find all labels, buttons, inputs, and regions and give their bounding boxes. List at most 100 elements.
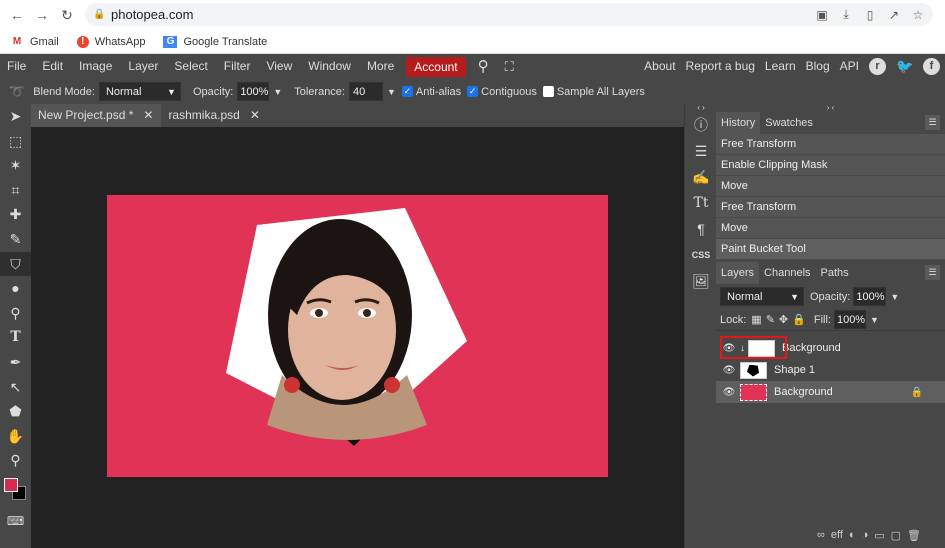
- foreground-color-swatch[interactable]: [4, 478, 18, 492]
- blur-tool-icon[interactable]: ●: [0, 276, 31, 301]
- fill-dropdown-icon[interactable]: ▼: [870, 315, 879, 325]
- eye-icon[interactable]: 👁: [722, 387, 736, 398]
- tolerance-input[interactable]: 40: [349, 82, 383, 101]
- tab-new-project[interactable]: New Project.psd * ✕: [31, 104, 162, 127]
- brush-tool-icon[interactable]: ✎: [0, 227, 31, 252]
- layer-opacity-input[interactable]: 100%: [853, 287, 887, 306]
- close-icon[interactable]: ✕: [250, 104, 260, 127]
- menu-image[interactable]: Image: [71, 54, 120, 79]
- dodge-tool-icon[interactable]: ⚲: [0, 301, 31, 326]
- twitter-icon[interactable]: 🐦: [896, 58, 913, 75]
- paragraph-icon[interactable]: ¶: [685, 216, 717, 242]
- layer-row[interactable]: 👁 Background 🔒: [716, 381, 945, 403]
- bookmark-translate[interactable]: G Google Translate: [163, 35, 267, 48]
- new-layer-icon[interactable]: ▢: [891, 529, 901, 542]
- menu-layer[interactable]: Layer: [120, 54, 166, 79]
- menu-more[interactable]: More: [359, 54, 402, 79]
- reddit-icon[interactable]: r: [869, 58, 886, 75]
- tab-paths[interactable]: Paths: [816, 262, 854, 284]
- forward-icon[interactable]: →: [34, 7, 50, 23]
- hand-tool-icon[interactable]: ✋: [0, 424, 31, 449]
- search-icon[interactable]: ⚲: [470, 54, 497, 79]
- menu-report-bug[interactable]: Report a bug: [681, 54, 760, 79]
- path-select-icon[interactable]: ↖: [0, 375, 31, 400]
- tab-swatches[interactable]: Swatches: [760, 112, 818, 134]
- star-icon[interactable]: ☆: [911, 8, 925, 22]
- adjustment-layer-icon[interactable]: ◑: [862, 529, 869, 542]
- opacity-dropdown-icon[interactable]: ▼: [890, 292, 899, 302]
- marquee-tool-icon[interactable]: ⬚: [0, 129, 31, 154]
- bookmark-gmail[interactable]: M Gmail: [10, 36, 59, 48]
- history-item[interactable]: Paint Bucket Tool: [716, 239, 945, 260]
- type-tool-icon[interactable]: T: [0, 325, 31, 350]
- move-tool-icon[interactable]: ➤: [0, 104, 31, 129]
- adjustments-icon[interactable]: ☰: [685, 138, 717, 164]
- opacity-dropdown-icon[interactable]: ▼: [273, 87, 282, 97]
- share-icon[interactable]: ↗: [887, 8, 901, 22]
- history-item[interactable]: Free Transform: [716, 197, 945, 218]
- magic-wand-icon[interactable]: ✶: [0, 153, 31, 178]
- menu-about[interactable]: About: [639, 54, 680, 79]
- menu-filter[interactable]: Filter: [216, 54, 259, 79]
- history-item[interactable]: Move: [716, 218, 945, 239]
- tolerance-dropdown-icon[interactable]: ▼: [387, 87, 396, 97]
- menu-view[interactable]: View: [258, 54, 300, 79]
- mask-icon[interactable]: ◐: [849, 529, 856, 542]
- page-icon[interactable]: ▯: [863, 8, 877, 22]
- menu-window[interactable]: Window: [300, 54, 359, 79]
- collapse-left-icon[interactable]: ‹ ›: [685, 104, 717, 112]
- layer-blend-select[interactable]: Normal ▼: [720, 287, 804, 306]
- history-item[interactable]: Free Transform: [716, 134, 945, 155]
- reload-icon[interactable]: ↻: [59, 7, 75, 23]
- account-button[interactable]: Account: [406, 56, 466, 77]
- menu-learn[interactable]: Learn: [760, 54, 801, 79]
- trash-icon[interactable]: 🗑: [907, 529, 921, 542]
- url-text[interactable]: photopea.com: [111, 7, 193, 22]
- address-bar[interactable]: 🔒 photopea.com ▣ ⤓ ▯ ↗ ☆: [85, 3, 933, 26]
- image-icon[interactable]: 🖼: [685, 268, 717, 294]
- effects-icon[interactable]: eff: [831, 529, 843, 542]
- lock-pixels-icon[interactable]: ✎: [766, 313, 775, 326]
- zoom-tool-icon[interactable]: ⚲: [0, 448, 31, 473]
- info-icon[interactable]: ⓘ: [685, 112, 717, 138]
- collapse-right-icon[interactable]: › ‹: [716, 104, 945, 112]
- opacity-input[interactable]: 100%: [237, 82, 270, 101]
- download-icon[interactable]: ⤓: [839, 7, 853, 22]
- lock-position-icon[interactable]: ✥: [779, 313, 788, 326]
- back-icon[interactable]: ←: [9, 7, 25, 23]
- fill-input[interactable]: 100%: [833, 310, 866, 329]
- menu-select[interactable]: Select: [166, 54, 215, 79]
- tab-channels[interactable]: Channels: [759, 262, 815, 284]
- canvas[interactable]: [107, 195, 608, 477]
- lock-transparency-icon[interactable]: ▦: [751, 313, 761, 326]
- fullscreen-icon[interactable]: ⛶: [497, 54, 522, 79]
- tab-history[interactable]: History: [716, 112, 761, 134]
- menu-file[interactable]: File: [0, 54, 34, 79]
- blend-mode-select[interactable]: Normal ▼: [98, 82, 181, 101]
- history-item[interactable]: Move: [716, 176, 945, 197]
- brush-settings-icon[interactable]: ✍: [685, 164, 717, 190]
- paint-bucket-icon[interactable]: ⛉: [0, 251, 31, 277]
- keyboard-icon[interactable]: ⌨: [0, 509, 31, 534]
- sample-all-layers-checkbox[interactable]: Sample All Layers: [542, 86, 645, 98]
- folder-icon[interactable]: ▭: [874, 529, 884, 542]
- facebook-icon[interactable]: f: [923, 58, 940, 75]
- eye-icon[interactable]: 👁: [722, 365, 736, 376]
- close-icon[interactable]: ✕: [143, 104, 153, 127]
- shape-tool-icon[interactable]: ⬟: [0, 399, 31, 424]
- menu-api[interactable]: API: [835, 54, 864, 79]
- lock-all-icon[interactable]: 🔒: [792, 313, 806, 326]
- panel-menu-icon[interactable]: ☰: [925, 265, 940, 280]
- layer-row[interactable]: 👁 ↓ Background: [716, 336, 945, 359]
- character-icon[interactable]: Tt: [685, 190, 717, 216]
- crop-tool-icon[interactable]: ⌗: [0, 178, 31, 203]
- healing-tool-icon[interactable]: ✚: [0, 202, 31, 227]
- css-icon[interactable]: CSS: [685, 242, 717, 268]
- menu-edit[interactable]: Edit: [34, 54, 71, 79]
- antialias-checkbox[interactable]: ✓ Anti-alias: [401, 86, 461, 98]
- tab-rashmika[interactable]: rashmika.psd ✕: [161, 104, 267, 127]
- screenshot-icon[interactable]: ▣: [815, 8, 829, 22]
- link-icon[interactable]: ∞: [817, 529, 825, 542]
- menu-blog[interactable]: Blog: [801, 54, 835, 79]
- history-item[interactable]: Enable Clipping Mask: [716, 155, 945, 176]
